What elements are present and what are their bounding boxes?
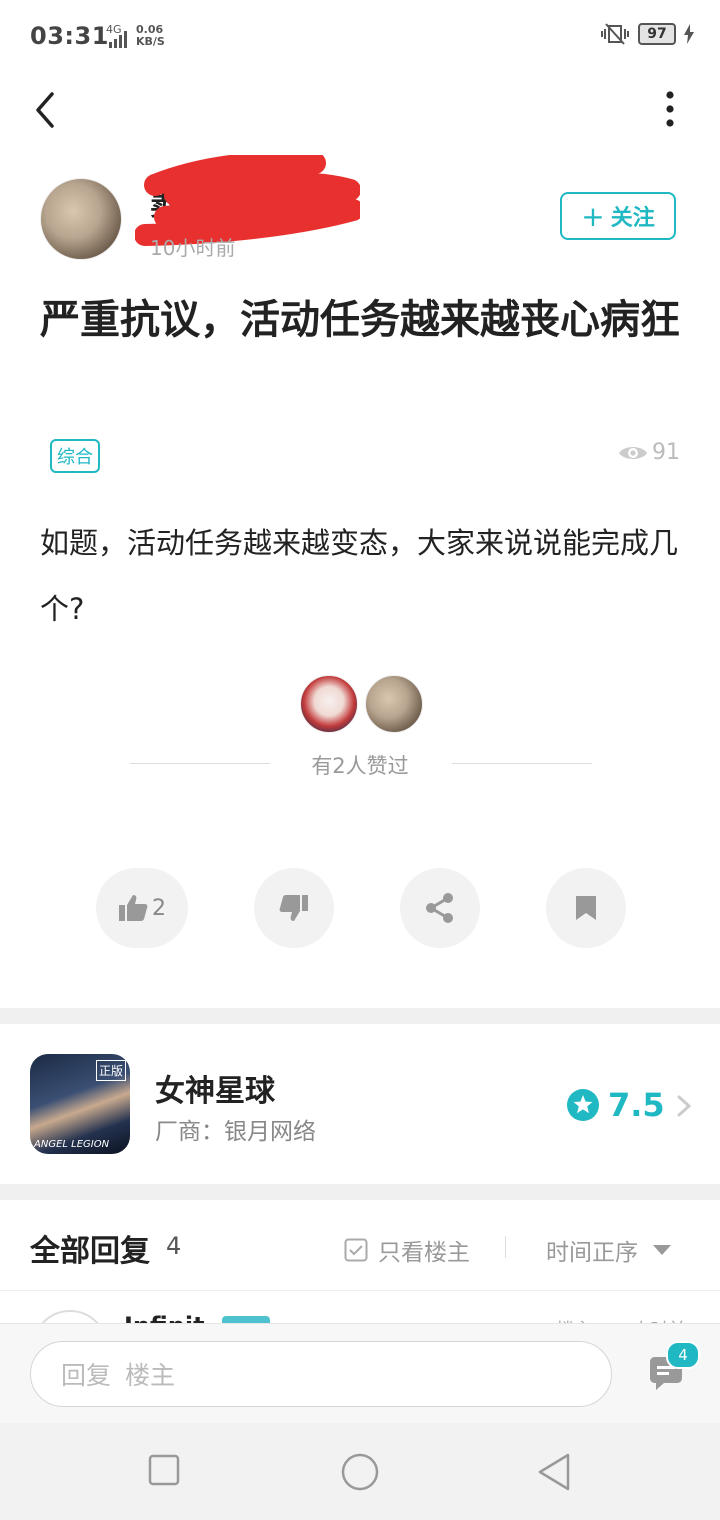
post-title: 严重抗议，活动任务越来越丧心病狂 bbox=[40, 297, 680, 343]
divider bbox=[0, 1290, 720, 1291]
view-count-value: 91 bbox=[652, 440, 680, 465]
share-button[interactable] bbox=[400, 868, 480, 948]
author-avatar[interactable] bbox=[40, 178, 122, 260]
follow-button[interactable]: + 关注 bbox=[560, 192, 676, 240]
only-op-label: 只看楼主 bbox=[378, 1240, 470, 1266]
battery-indicator: 97 bbox=[638, 23, 676, 45]
back-arrow-icon[interactable] bbox=[28, 88, 68, 132]
bookmark-icon bbox=[576, 896, 596, 920]
section-divider bbox=[0, 1008, 720, 1024]
game-name[interactable]: 女神星球 bbox=[155, 1066, 275, 1110]
thumbs-down-icon bbox=[279, 895, 308, 921]
game-vendor: 厂商：银月网络 bbox=[155, 1119, 316, 1145]
divider bbox=[452, 763, 592, 764]
vibrate-icon bbox=[601, 23, 629, 45]
net-speed-unit: KB/S bbox=[136, 35, 165, 48]
bookmark-button[interactable] bbox=[546, 868, 626, 948]
eye-icon bbox=[619, 446, 647, 459]
likers-summary[interactable]: 有2人赞过 bbox=[300, 750, 420, 780]
post-body: 如题，活动任务越来越变态，大家来说说能完成几个? bbox=[40, 526, 679, 626]
like-button[interactable]: 2 bbox=[96, 868, 188, 948]
plus-icon: + bbox=[581, 199, 605, 233]
home-icon[interactable] bbox=[340, 1452, 380, 1492]
like-count: 2 bbox=[152, 895, 166, 921]
chevron-right-icon[interactable] bbox=[676, 1094, 692, 1118]
comment-count-badge: 4 bbox=[666, 1341, 700, 1369]
game-icon-label: ANGEL LEGION bbox=[34, 1139, 110, 1150]
game-badge: 正版 bbox=[95, 1060, 126, 1081]
replies-count: 4 bbox=[166, 1232, 182, 1260]
share-icon bbox=[426, 893, 453, 923]
game-icon[interactable]: 正版 ANGEL LEGION bbox=[30, 1054, 130, 1154]
replies-title: 全部回复 bbox=[30, 1234, 150, 1269]
section-divider bbox=[0, 1184, 720, 1200]
divider bbox=[130, 763, 270, 764]
follow-label: 关注 bbox=[610, 206, 655, 231]
star-icon bbox=[567, 1089, 599, 1121]
recents-icon[interactable] bbox=[148, 1452, 180, 1488]
status-time: 03:31 bbox=[30, 22, 109, 50]
category-tag[interactable]: 综合 bbox=[50, 439, 100, 473]
liker-avatar[interactable] bbox=[365, 675, 423, 733]
thumbs-up-icon bbox=[119, 895, 148, 921]
dislike-button[interactable] bbox=[254, 868, 334, 948]
more-menu-icon[interactable] bbox=[660, 90, 680, 130]
back-nav-icon[interactable] bbox=[536, 1452, 572, 1492]
reply-placeholder-action: 回复 bbox=[61, 1361, 112, 1390]
game-rating: 7.5 bbox=[566, 1086, 665, 1124]
post-time: 10小时前 bbox=[150, 236, 236, 260]
rating-score: 7.5 bbox=[608, 1086, 665, 1124]
caret-down-icon bbox=[653, 1245, 671, 1255]
divider bbox=[505, 1236, 506, 1258]
net-speed: 0.06 KB/S bbox=[136, 24, 165, 48]
status-right: 97 bbox=[600, 22, 694, 46]
view-count: 91 bbox=[618, 440, 680, 465]
liker-avatar[interactable] bbox=[300, 675, 358, 733]
signal-icon bbox=[109, 31, 127, 48]
only-op-filter[interactable]: 只看楼主 bbox=[344, 1233, 470, 1267]
reply-placeholder-target: 楼主 bbox=[125, 1361, 176, 1390]
sort-dropdown[interactable]: 时间正序 bbox=[546, 1233, 672, 1267]
reply-input[interactable]: 回复 楼主 bbox=[30, 1341, 612, 1407]
charging-icon bbox=[684, 24, 694, 44]
checkbox-icon[interactable] bbox=[344, 1238, 368, 1262]
sort-label: 时间正序 bbox=[546, 1240, 638, 1266]
